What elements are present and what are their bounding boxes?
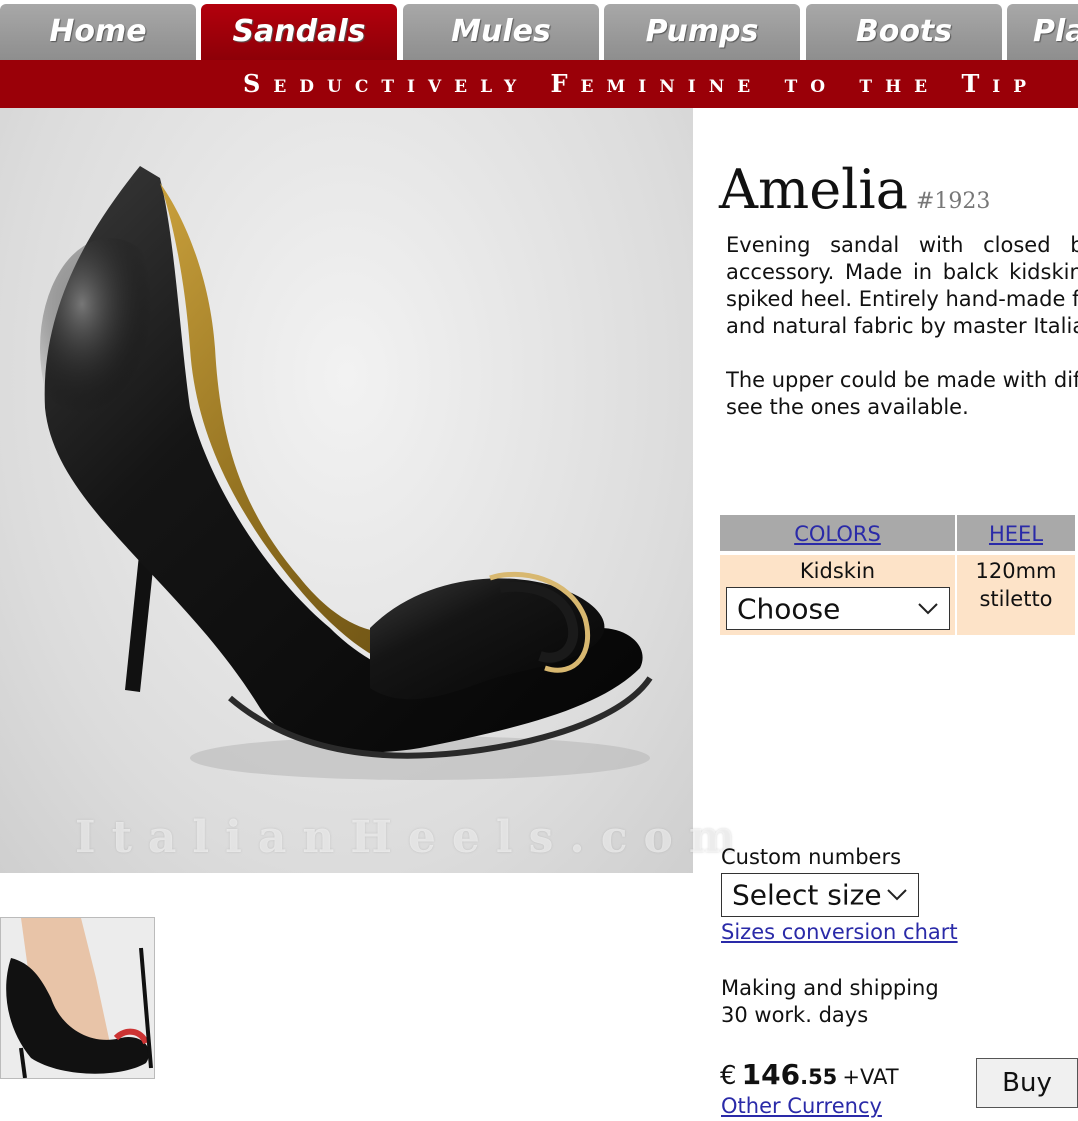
price-vat: +VAT bbox=[842, 1065, 899, 1089]
color-select-value: Choose bbox=[737, 592, 841, 625]
note-line: see the ones available. bbox=[726, 395, 969, 419]
tagline-banner: Seductively Feminine to the Tip bbox=[0, 60, 1078, 108]
shipping-line-1: Making and shipping bbox=[721, 976, 939, 1000]
product-main-photo bbox=[0, 108, 693, 873]
product-code: #1923 bbox=[916, 189, 991, 214]
product-description: Evening sandal with closed ba accessory.… bbox=[726, 232, 1078, 421]
colors-cell: Kidskin Choose bbox=[720, 555, 955, 635]
heel-type: stiletto bbox=[979, 587, 1053, 611]
category-tabs: Home Sandals Mules Pumps Boots Pla bbox=[0, 0, 1078, 60]
heel-header: HEEL bbox=[957, 515, 1075, 551]
description-line: spiked heel. Entirely hand-made fr bbox=[726, 287, 1078, 311]
options-table: COLORS HEEL Kidskin Choose 120mm stilett… bbox=[720, 515, 1078, 637]
buy-button[interactable]: Buy bbox=[976, 1058, 1078, 1108]
heel-height: 120mm bbox=[975, 559, 1057, 583]
size-select-value: Select size bbox=[732, 878, 882, 912]
colors-link[interactable]: COLORS bbox=[794, 522, 881, 546]
size-select[interactable]: Select size bbox=[721, 873, 919, 917]
tab-mules[interactable]: Mules bbox=[403, 4, 599, 60]
product-thumbnail[interactable] bbox=[0, 917, 155, 1079]
size-label: Custom numbers bbox=[721, 845, 902, 869]
tagline-text: Seductively Feminine to the Tip bbox=[243, 69, 1040, 98]
chevron-down-icon bbox=[918, 602, 938, 614]
price: € 146.55 +VAT bbox=[720, 1058, 899, 1091]
tab-pumps[interactable]: Pumps bbox=[604, 4, 800, 60]
other-currency-link[interactable]: Other Currency bbox=[721, 1094, 882, 1118]
shipping-line-2: 30 work. days bbox=[721, 1003, 869, 1027]
sizes-chart-link[interactable]: Sizes conversion chart bbox=[721, 920, 958, 944]
heel-cell: 120mm stiletto bbox=[957, 555, 1075, 635]
tab-home[interactable]: Home bbox=[0, 4, 196, 60]
material-label: Kidskin bbox=[799, 559, 876, 583]
price-integer: 146 bbox=[741, 1058, 801, 1091]
chevron-down-icon bbox=[887, 889, 907, 901]
colors-header: COLORS bbox=[720, 515, 955, 551]
thumbnail-illustration bbox=[1, 918, 154, 1078]
heel-link[interactable]: HEEL bbox=[989, 522, 1043, 546]
product-name: Amelia bbox=[719, 158, 908, 221]
description-line: accessory. Made in balck kidskin bbox=[726, 260, 1078, 284]
watermark-text: ItalianHeels.com bbox=[75, 812, 752, 863]
shoe-illustration bbox=[40, 166, 653, 780]
tab-sandals[interactable]: Sandals bbox=[201, 4, 397, 60]
description-line: Evening sandal with closed ba bbox=[726, 233, 1078, 257]
tab-platforms[interactable]: Pla bbox=[1007, 4, 1078, 60]
note-line: The upper could be made with dif bbox=[726, 368, 1078, 392]
price-decimal: .55 bbox=[800, 1065, 838, 1089]
price-currency: € bbox=[720, 1061, 737, 1091]
description-line: and natural fabric by master Italiar bbox=[726, 314, 1078, 338]
color-select[interactable]: Choose bbox=[726, 587, 950, 630]
tab-boots[interactable]: Boots bbox=[806, 4, 1002, 60]
